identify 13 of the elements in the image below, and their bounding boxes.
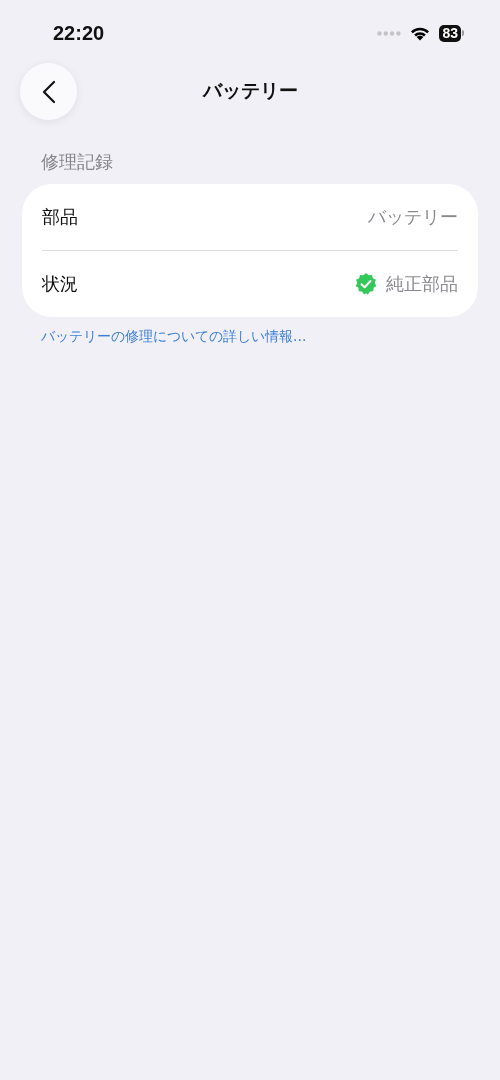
row-value: バッテリー xyxy=(368,205,458,229)
signal-icon xyxy=(377,30,402,36)
chevron-left-icon xyxy=(41,79,56,104)
nav-title: バッテリー xyxy=(202,78,298,103)
info-link[interactable]: バッテリーの修理についての詳しい情報... xyxy=(41,328,307,346)
verified-badge-icon xyxy=(354,272,378,296)
battery-level: 83 xyxy=(439,24,461,42)
section-header: 修理記録 xyxy=(41,150,114,174)
row-label: 状況 xyxy=(42,272,78,296)
row-label: 部品 xyxy=(42,205,78,229)
status-time: 22:20 xyxy=(53,21,105,45)
row-value: 純正部品 xyxy=(386,272,458,296)
wifi-icon xyxy=(410,25,431,41)
